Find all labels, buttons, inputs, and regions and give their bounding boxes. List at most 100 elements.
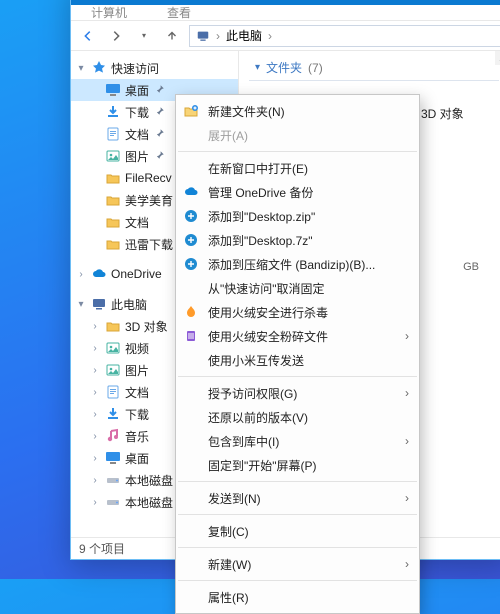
context-menu-item[interactable]: 新建文件夹(N) <box>176 99 419 123</box>
doc-icon <box>105 384 121 400</box>
nav-item-label: 本地磁盘 <box>125 472 173 489</box>
folder-icon <box>105 192 121 208</box>
chevron-right-icon: › <box>89 321 101 332</box>
nav-item-label: 下载 <box>125 406 149 423</box>
nav-item-label: 本地磁盘 <box>125 494 173 511</box>
folder-icon <box>105 214 121 230</box>
onedrive-icon <box>91 266 107 282</box>
context-menu-label: 还原以前的版本(V) <box>208 409 409 426</box>
pin-icon <box>153 83 165 97</box>
context-menu-item[interactable]: 管理 OneDrive 备份 <box>176 180 419 204</box>
context-menu-item[interactable]: 发送到(N)› <box>176 486 419 510</box>
this-pc-icon <box>196 29 210 43</box>
group-name: 文件夹 <box>266 59 302 76</box>
drive-icon <box>105 494 121 510</box>
group-header-folders[interactable]: ▾ 文件夹 (7) <box>249 59 499 76</box>
context-menu-item[interactable]: 固定到"开始"屏幕(P) <box>176 453 419 477</box>
chevron-down-icon: ▾ <box>75 299 87 310</box>
ribbon-tab-view[interactable]: 查看 <box>155 4 203 21</box>
context-menu-label: 从"快速访问"取消固定 <box>208 280 409 297</box>
context-menu-item[interactable]: 添加到"Desktop.7z" <box>176 228 419 252</box>
context-menu-label: 添加到"Desktop.zip" <box>208 208 409 225</box>
nav-history-dropdown[interactable]: ▾ <box>133 25 155 47</box>
breadcrumb[interactable]: › 此电脑 › <box>189 25 500 47</box>
chevron-right-icon: › <box>89 431 101 442</box>
blank-icon <box>182 408 200 426</box>
pic-icon <box>105 340 121 356</box>
blank-icon <box>182 555 200 573</box>
context-menu-separator <box>178 547 417 548</box>
context-menu-label: 展开(A) <box>208 127 409 144</box>
context-menu-item[interactable]: 授予访问权限(G) › <box>176 381 419 405</box>
context-menu-label: 复制(C) <box>208 523 409 540</box>
nav-forward-button[interactable] <box>105 25 127 47</box>
context-menu-item[interactable]: 在新窗口中打开(E) <box>176 156 419 180</box>
context-menu-label: 在新窗口中打开(E) <box>208 160 409 177</box>
chevron-right-icon: › <box>89 387 101 398</box>
nav-item-label: 桌面 <box>125 82 149 99</box>
context-menu-item[interactable]: 包含到库中(I) › <box>176 429 419 453</box>
huorong-shred-icon <box>182 327 200 345</box>
pin-icon <box>153 105 165 119</box>
chevron-right-icon: › <box>75 269 87 280</box>
context-menu-item[interactable]: 添加到压缩文件 (Bandizip)(B)... <box>176 252 419 276</box>
pin-icon <box>153 127 165 141</box>
context-menu-label: 使用火绒安全粉碎文件 <box>208 328 397 345</box>
nav-up-button[interactable] <box>161 25 183 47</box>
blank-icon <box>182 126 200 144</box>
context-menu-label: 使用小米互传发送 <box>208 352 409 369</box>
blank-icon <box>182 159 200 177</box>
context-menu-item[interactable]: 添加到"Desktop.zip" <box>176 204 419 228</box>
context-menu-separator <box>178 580 417 581</box>
chevron-right-icon: › <box>405 434 409 448</box>
drive-icon <box>105 472 121 488</box>
address-bar: ▾ › 此电脑 › <box>71 21 500 51</box>
drive-free-space: GB <box>463 261 479 273</box>
chevron-right-icon: › <box>89 409 101 420</box>
bandizip-icon <box>182 207 200 225</box>
scroll-up-button[interactable]: ▲ <box>495 51 500 65</box>
status-item-count: 9 个项目 <box>79 540 125 557</box>
context-menu-separator <box>178 514 417 515</box>
context-menu-label: 包含到库中(I) <box>208 433 397 450</box>
chevron-down-icon: ▾ <box>255 62 260 73</box>
context-menu-item[interactable]: 使用火绒安全粉碎文件 › <box>176 324 419 348</box>
context-menu-separator <box>178 151 417 152</box>
huorong-icon <box>182 303 200 321</box>
context-menu-item[interactable]: 从"快速访问"取消固定 <box>176 276 419 300</box>
chevron-right-icon: › <box>405 329 409 343</box>
context-menu-label: 添加到"Desktop.7z" <box>208 232 409 249</box>
download-icon <box>105 406 121 422</box>
blank-icon <box>182 522 200 540</box>
blank-icon <box>182 384 200 402</box>
context-menu-label: 授予访问权限(G) <box>208 385 397 402</box>
pic-icon <box>105 148 121 164</box>
chevron-right-icon: › <box>89 343 101 354</box>
ribbon-tab-computer[interactable]: 计算机 <box>79 4 139 21</box>
context-menu-label: 添加到压缩文件 (Bandizip)(B)... <box>208 256 409 273</box>
context-menu-item[interactable]: 属性(R) <box>176 585 419 609</box>
breadcrumb-segment[interactable]: 此电脑 <box>226 27 262 44</box>
doc-icon <box>105 126 121 142</box>
nav-item-label: FileRecv <box>125 171 172 185</box>
chevron-right-icon: › <box>405 386 409 400</box>
context-menu-item[interactable]: 复制(C) <box>176 519 419 543</box>
group-count: (7) <box>308 61 323 75</box>
context-menu-item[interactable]: 新建(W)› <box>176 552 419 576</box>
chevron-right-icon: › <box>89 453 101 464</box>
context-menu-item[interactable]: 使用小米互传发送 <box>176 348 419 372</box>
chevron-right-icon: › <box>89 475 101 486</box>
blank-icon <box>182 432 200 450</box>
arrow-up-icon <box>165 29 179 43</box>
blank-icon <box>182 489 200 507</box>
chevron-right-icon: › <box>89 365 101 376</box>
scrollbar-vertical[interactable]: ▲ <box>495 51 500 537</box>
context-menu-item[interactable]: 使用火绒安全进行杀毒 <box>176 300 419 324</box>
nav-back-button[interactable] <box>77 25 99 47</box>
context-menu-item[interactable]: 还原以前的版本(V) <box>176 405 419 429</box>
desktop-icon <box>105 82 121 98</box>
nav-section-quick-access[interactable]: ▾快速访问 <box>71 57 238 79</box>
blank-icon <box>182 588 200 606</box>
nav-item-label: 迅雷下载 <box>125 236 173 253</box>
nav-item-label: 文档 <box>125 126 149 143</box>
